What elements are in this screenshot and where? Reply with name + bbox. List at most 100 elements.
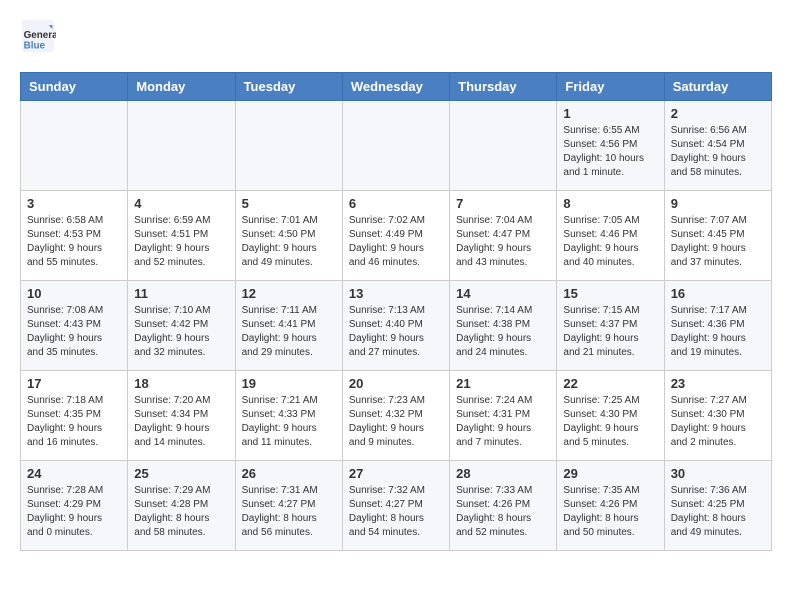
calendar-week-3: 10 Sunrise: 7:08 AM Sunset: 4:43 PM Dayli… (21, 281, 772, 371)
calendar-cell: 22 Sunrise: 7:25 AM Sunset: 4:30 PM Dayli… (557, 371, 664, 461)
day-number: 7 (456, 196, 550, 211)
day-info: Sunrise: 7:32 AM Sunset: 4:27 PM Dayligh… (349, 484, 443, 540)
day-number: 1 (563, 106, 657, 121)
calendar-cell (450, 101, 557, 191)
day-info: Sunrise: 7:27 AM Sunset: 4:30 PM Dayligh… (671, 394, 765, 450)
day-info: Sunrise: 7:15 AM Sunset: 4:37 PM Dayligh… (563, 304, 657, 360)
day-info: Sunrise: 7:02 AM Sunset: 4:49 PM Dayligh… (349, 214, 443, 270)
calendar-cell: 12 Sunrise: 7:11 AM Sunset: 4:41 PM Dayli… (235, 281, 342, 371)
day-number: 30 (671, 466, 765, 481)
weekday-header-friday: Friday (557, 73, 664, 101)
day-info: Sunrise: 6:58 AM Sunset: 4:53 PM Dayligh… (27, 214, 121, 270)
calendar-cell (128, 101, 235, 191)
day-number: 25 (134, 466, 228, 481)
day-info: Sunrise: 7:11 AM Sunset: 4:41 PM Dayligh… (242, 304, 336, 360)
svg-text:Blue: Blue (24, 41, 46, 52)
weekday-header-row: SundayMondayTuesdayWednesdayThursdayFrid… (21, 73, 772, 101)
day-info: Sunrise: 7:20 AM Sunset: 4:34 PM Dayligh… (134, 394, 228, 450)
calendar-body: 1 Sunrise: 6:55 AM Sunset: 4:56 PM Daylig… (21, 101, 772, 551)
calendar-cell: 8Sunrise: 7:05 AM Sunset: 4:46 PM Daylig… (557, 191, 664, 281)
day-number: 19 (242, 376, 336, 391)
day-number: 12 (242, 286, 336, 301)
day-info: Sunrise: 6:55 AM Sunset: 4:56 PM Dayligh… (563, 124, 657, 180)
weekday-header-sunday: Sunday (21, 73, 128, 101)
day-number: 8 (563, 196, 657, 211)
day-number: 23 (671, 376, 765, 391)
day-info: Sunrise: 7:21 AM Sunset: 4:33 PM Dayligh… (242, 394, 336, 450)
day-info: Sunrise: 7:17 AM Sunset: 4:36 PM Dayligh… (671, 304, 765, 360)
calendar-cell: 30 Sunrise: 7:36 AM Sunset: 4:25 PM Dayli… (664, 461, 771, 551)
day-number: 20 (349, 376, 443, 391)
day-info: Sunrise: 7:35 AM Sunset: 4:26 PM Dayligh… (563, 484, 657, 540)
page-header: General Blue (20, 20, 772, 56)
weekday-header-thursday: Thursday (450, 73, 557, 101)
calendar-cell: 27Sunrise: 7:32 AM Sunset: 4:27 PM Dayli… (342, 461, 449, 551)
weekday-header-wednesday: Wednesday (342, 73, 449, 101)
calendar-cell: 11 Sunrise: 7:10 AM Sunset: 4:42 PM Dayli… (128, 281, 235, 371)
logo: General Blue (20, 20, 60, 56)
calendar-cell: 29 Sunrise: 7:35 AM Sunset: 4:26 PM Dayli… (557, 461, 664, 551)
day-info: Sunrise: 7:28 AM Sunset: 4:29 PM Dayligh… (27, 484, 121, 540)
calendar-table: SundayMondayTuesdayWednesdayThursdayFrid… (20, 72, 772, 551)
day-info: Sunrise: 7:07 AM Sunset: 4:45 PM Dayligh… (671, 214, 765, 270)
calendar-cell: 5 Sunrise: 7:01 AM Sunset: 4:50 PM Daylig… (235, 191, 342, 281)
calendar-week-4: 17Sunrise: 7:18 AM Sunset: 4:35 PM Dayli… (21, 371, 772, 461)
day-info: Sunrise: 7:36 AM Sunset: 4:25 PM Dayligh… (671, 484, 765, 540)
day-number: 24 (27, 466, 121, 481)
day-info: Sunrise: 7:10 AM Sunset: 4:42 PM Dayligh… (134, 304, 228, 360)
weekday-header-monday: Monday (128, 73, 235, 101)
day-info: Sunrise: 7:24 AM Sunset: 4:31 PM Dayligh… (456, 394, 550, 450)
day-info: Sunrise: 6:56 AM Sunset: 4:54 PM Dayligh… (671, 124, 765, 180)
calendar-week-2: 3 Sunrise: 6:58 AM Sunset: 4:53 PM Daylig… (21, 191, 772, 281)
day-info: Sunrise: 7:08 AM Sunset: 4:43 PM Dayligh… (27, 304, 121, 360)
day-info: Sunrise: 7:14 AM Sunset: 4:38 PM Dayligh… (456, 304, 550, 360)
calendar-cell: 9 Sunrise: 7:07 AM Sunset: 4:45 PM Daylig… (664, 191, 771, 281)
day-number: 3 (27, 196, 121, 211)
calendar-cell (342, 101, 449, 191)
day-number: 22 (563, 376, 657, 391)
calendar-cell: 3 Sunrise: 6:58 AM Sunset: 4:53 PM Daylig… (21, 191, 128, 281)
calendar-cell: 26Sunrise: 7:31 AM Sunset: 4:27 PM Dayli… (235, 461, 342, 551)
day-number: 9 (671, 196, 765, 211)
calendar-cell: 14 Sunrise: 7:14 AM Sunset: 4:38 PM Dayli… (450, 281, 557, 371)
calendar-cell: 1 Sunrise: 6:55 AM Sunset: 4:56 PM Daylig… (557, 101, 664, 191)
calendar-cell: 23 Sunrise: 7:27 AM Sunset: 4:30 PM Dayli… (664, 371, 771, 461)
day-info: Sunrise: 7:31 AM Sunset: 4:27 PM Dayligh… (242, 484, 336, 540)
calendar-cell: 17Sunrise: 7:18 AM Sunset: 4:35 PM Dayli… (21, 371, 128, 461)
weekday-header-saturday: Saturday (664, 73, 771, 101)
day-number: 16 (671, 286, 765, 301)
day-number: 18 (134, 376, 228, 391)
calendar-cell: 19 Sunrise: 7:21 AM Sunset: 4:33 PM Dayli… (235, 371, 342, 461)
day-number: 29 (563, 466, 657, 481)
calendar-cell: 13 Sunrise: 7:13 AM Sunset: 4:40 PM Dayli… (342, 281, 449, 371)
calendar-cell: 28Sunrise: 7:33 AM Sunset: 4:26 PM Dayli… (450, 461, 557, 551)
day-number: 5 (242, 196, 336, 211)
calendar-week-1: 1 Sunrise: 6:55 AM Sunset: 4:56 PM Daylig… (21, 101, 772, 191)
day-info: Sunrise: 7:13 AM Sunset: 4:40 PM Dayligh… (349, 304, 443, 360)
day-info: Sunrise: 7:23 AM Sunset: 4:32 PM Dayligh… (349, 394, 443, 450)
calendar-cell: 4Sunrise: 6:59 AM Sunset: 4:51 PM Daylig… (128, 191, 235, 281)
day-number: 11 (134, 286, 228, 301)
day-number: 15 (563, 286, 657, 301)
day-number: 13 (349, 286, 443, 301)
day-info: Sunrise: 7:01 AM Sunset: 4:50 PM Dayligh… (242, 214, 336, 270)
day-number: 28 (456, 466, 550, 481)
calendar-cell: 2Sunrise: 6:56 AM Sunset: 4:54 PM Daylig… (664, 101, 771, 191)
weekday-header-tuesday: Tuesday (235, 73, 342, 101)
calendar-cell: 20 Sunrise: 7:23 AM Sunset: 4:32 PM Dayli… (342, 371, 449, 461)
calendar-header: SundayMondayTuesdayWednesdayThursdayFrid… (21, 73, 772, 101)
calendar-cell: 25Sunrise: 7:29 AM Sunset: 4:28 PM Dayli… (128, 461, 235, 551)
day-info: Sunrise: 7:04 AM Sunset: 4:47 PM Dayligh… (456, 214, 550, 270)
day-info: Sunrise: 7:25 AM Sunset: 4:30 PM Dayligh… (563, 394, 657, 450)
calendar-cell: 6 Sunrise: 7:02 AM Sunset: 4:49 PM Daylig… (342, 191, 449, 281)
calendar-cell: 7 Sunrise: 7:04 AM Sunset: 4:47 PM Daylig… (450, 191, 557, 281)
calendar-cell: 10 Sunrise: 7:08 AM Sunset: 4:43 PM Dayli… (21, 281, 128, 371)
day-number: 4 (134, 196, 228, 211)
day-number: 10 (27, 286, 121, 301)
day-number: 6 (349, 196, 443, 211)
svg-text:General: General (24, 30, 56, 41)
calendar-cell (21, 101, 128, 191)
calendar-week-5: 24 Sunrise: 7:28 AM Sunset: 4:29 PM Dayli… (21, 461, 772, 551)
day-info: Sunrise: 7:18 AM Sunset: 4:35 PM Dayligh… (27, 394, 121, 450)
day-number: 14 (456, 286, 550, 301)
